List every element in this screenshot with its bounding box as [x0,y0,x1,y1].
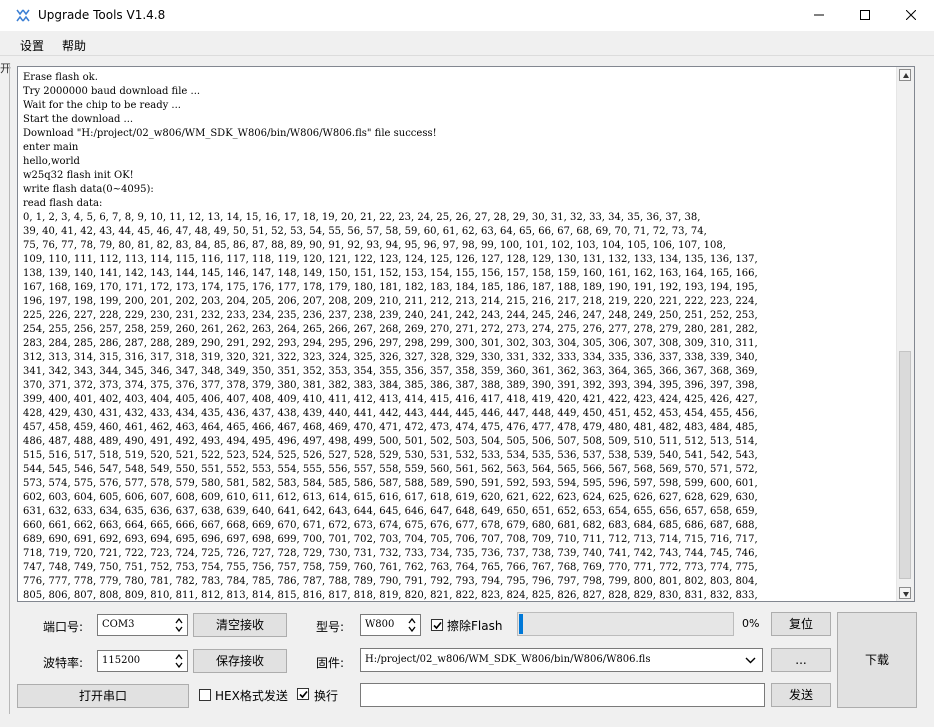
baud-select[interactable]: 115200 [97,650,188,672]
log-line: enter main [23,142,79,153]
clear-receive-button[interactable]: 清空接收 [193,613,287,637]
log-line: 109, 110, 111, 112, 113, 114, 115, 116, … [23,254,758,265]
progress-fill [519,614,523,634]
menu-bar: 设置 帮助 [0,33,934,56]
minimize-button[interactable] [796,0,842,31]
log-line: 399, 400, 401, 402, 403, 404, 405, 406, … [23,394,758,405]
checkmark-icon [433,621,442,630]
log-line: 428, 429, 430, 431, 432, 433, 434, 435, … [23,408,758,419]
background-window-border [9,64,10,714]
erase-flash-label: 擦除Flash [447,619,503,633]
erase-flash-checkbox[interactable] [431,619,443,631]
log-line: 486, 487, 488, 489, 490, 491, 492, 493, … [23,436,758,447]
hex-send-checkbox[interactable] [199,689,211,701]
maximize-icon [860,10,870,20]
scrollbar-thumb[interactable] [899,351,911,579]
log-line: 747, 748, 749, 750, 751, 752, 753, 754, … [23,562,758,573]
send-button[interactable]: 发送 [771,683,831,707]
menu-help[interactable]: 帮助 [62,37,86,54]
scroll-up-button[interactable] [899,69,911,81]
log-line: 196, 197, 198, 199, 200, 201, 202, 203, … [23,296,758,307]
scroll-down-button[interactable] [899,587,911,599]
window-title: Upgrade Tools V1.4.8 [38,8,166,22]
title-bar: Upgrade Tools V1.4.8 [0,0,934,31]
close-icon [906,10,916,20]
log-line: read flash data: [23,198,103,209]
chevron-down-icon [745,657,756,664]
firmware-path-value: H:/project/02_w806/WM_SDK_W806/bin/W806/… [365,654,651,665]
log-line: 689, 690, 691, 692, 693, 694, 695, 696, … [23,534,758,545]
triangle-down-icon [903,592,909,597]
log-line: 718, 719, 720, 721, 722, 723, 724, 725, … [23,548,758,559]
firmware-label: 固件: [316,656,345,670]
log-line: 167, 168, 169, 170, 171, 172, 173, 174, … [23,282,758,293]
port-label: 端口号: [43,620,84,634]
hex-send-label: HEX格式发送 [215,689,288,703]
progress-percent-text: 0% [742,617,760,630]
log-line: 776, 777, 778, 779, 780, 781, 782, 783, … [23,576,758,587]
log-line: 39, 40, 41, 42, 43, 44, 45, 46, 47, 48, … [23,226,707,237]
spin-arrows-icon [408,618,416,632]
spin-arrows-icon [175,654,183,668]
browse-firmware-button[interactable]: ... [771,648,831,672]
log-line: 602, 603, 604, 605, 606, 607, 608, 609, … [23,492,758,503]
receive-output-area[interactable]: 575757575Erase flash ok.Try 2000000 baud… [17,66,915,602]
log-line: 312, 313, 314, 315, 316, 317, 318, 319, … [23,352,758,363]
model-value: W800 [365,619,395,630]
log-line: 341, 342, 343, 344, 345, 346, 347, 348, … [23,366,758,377]
log-line: 75, 76, 77, 78, 79, 80, 81, 82, 83, 84, … [23,240,726,251]
model-select[interactable]: W800 [360,614,421,636]
baud-label: 波特率: [43,656,84,670]
send-text-input[interactable] [360,683,765,707]
log-line: hello,world [23,156,80,167]
port-select[interactable]: COM3 [97,614,188,636]
log-line: 138, 139, 140, 141, 142, 143, 144, 145, … [23,268,758,279]
newline-checkbox[interactable] [297,688,309,700]
close-button[interactable] [888,0,934,31]
baud-value: 115200 [102,655,141,666]
log-line: 805, 806, 807, 808, 809, 810, 811, 812, … [23,590,758,601]
vertical-scrollbar[interactable] [896,67,914,601]
checkmark-icon [299,690,308,699]
log-line: Wait for the chip to be ready ... [23,100,181,111]
log-line: 660, 661, 662, 663, 664, 665, 666, 667, … [23,520,758,531]
log-line: write flash data(0~4095): [23,184,154,195]
log-line: Try 2000000 baud download file ... [23,86,201,97]
menu-settings[interactable]: 设置 [20,37,44,54]
log-line: 457, 458, 459, 460, 461, 462, 463, 464, … [23,422,758,433]
log-line: 0, 1, 2, 3, 4, 5, 6, 7, 8, 9, 10, 11, 12… [23,212,701,223]
log-text: 575757575Erase flash ok.Try 2000000 baud… [23,67,899,601]
newline-label: 换行 [314,689,339,703]
log-line: 225, 226, 227, 228, 229, 230, 231, 232, … [23,310,758,321]
log-line: w25q32 flash init OK! [23,170,134,181]
log-line: Start the download ... [23,114,134,125]
save-receive-button[interactable]: 保存接收 [193,649,287,673]
log-line: 254, 255, 256, 257, 258, 259, 260, 261, … [23,324,758,335]
firmware-path-select[interactable]: H:/project/02_w806/WM_SDK_W806/bin/W806/… [360,648,763,672]
log-line: 283, 284, 285, 286, 287, 288, 289, 290, … [23,338,758,349]
port-value: COM3 [102,619,135,630]
log-line: 573, 574, 575, 576, 577, 578, 579, 580, … [23,478,758,489]
reset-button[interactable]: 复位 [771,612,831,636]
spin-arrows-icon [175,618,183,632]
log-line: 631, 632, 633, 634, 635, 636, 637, 638, … [23,506,758,517]
open-port-button[interactable]: 打开串口 [17,684,189,708]
log-line: Download "H:/project/02_w806/WM_SDK_W806… [23,128,437,139]
minimize-icon [814,14,824,16]
log-line: 370, 371, 372, 373, 374, 375, 376, 377, … [23,380,758,391]
log-line: 544, 545, 546, 547, 548, 549, 550, 551, … [23,464,758,475]
download-progress-bar [517,612,734,636]
log-line: Erase flash ok. [23,72,98,83]
model-label: 型号: [316,620,345,634]
download-button[interactable]: 下载 [837,612,917,708]
maximize-button[interactable] [842,0,888,31]
app-logo-icon [16,9,30,22]
triangle-up-icon [903,73,909,78]
log-line: 515, 516, 517, 518, 519, 520, 521, 522, … [23,450,758,461]
